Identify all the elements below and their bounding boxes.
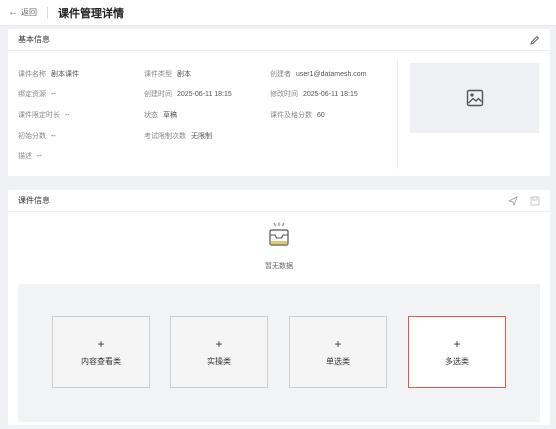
tile-label: 实操类: [207, 356, 231, 366]
field-value: 2025-06-11 18:15: [303, 91, 358, 98]
cover-image-placeholder[interactable]: [410, 63, 539, 133]
empty-box-icon: [269, 222, 289, 246]
field-modified-time: 修改时间 2025-06-11 18:15: [270, 89, 358, 99]
courseware-info-header: 课件信息: [8, 190, 550, 212]
field-creator: 创建者 user1@datamesh.com: [270, 69, 367, 79]
field-label: 绑定资源: [18, 91, 46, 98]
field-value: 60: [317, 112, 325, 119]
field-label: 课件及格分数: [270, 112, 312, 119]
plus-icon: +: [97, 336, 105, 351]
tile-label: 多选类: [445, 356, 469, 366]
field-value: user1@datamesh.com: [296, 71, 367, 78]
plus-icon: +: [334, 336, 342, 351]
top-bar: ← 返回 课件管理详情: [0, 0, 556, 26]
field-label: 创建者: [270, 71, 291, 78]
plus-icon: +: [453, 336, 461, 351]
field-bound-resource: 绑定资源 --: [18, 89, 56, 99]
basic-info-title: 基本信息: [18, 35, 50, 44]
field-value: --: [37, 153, 42, 160]
tile-label: 单选类: [326, 356, 350, 366]
empty-text: 暂无数据: [265, 263, 293, 270]
basic-info-header: 基本信息: [8, 29, 550, 51]
field-time-limit: 课件限定时长 --: [18, 110, 70, 120]
empty-state: 暂无数据: [8, 222, 550, 271]
edit-icon[interactable]: [530, 35, 540, 45]
field-label: 课件限定时长: [18, 112, 60, 119]
field-value: 无限制: [191, 133, 212, 140]
image-icon: [466, 89, 483, 107]
field-initial-score: 初始分数 --: [18, 131, 56, 141]
vertical-divider: [397, 59, 398, 169]
divider: [47, 6, 48, 19]
field-label: 课件类型: [144, 71, 172, 78]
field-description: 描述 --: [18, 151, 42, 161]
courseware-info-title: 课件信息: [18, 196, 50, 205]
field-courseware-name: 课件名称 剧本课件: [18, 69, 79, 79]
field-value: 草稿: [163, 112, 177, 119]
send-icon[interactable]: [508, 195, 518, 206]
field-status: 状态 草稿: [144, 110, 177, 120]
back-label: 返回: [21, 8, 37, 17]
add-single-choice-tile[interactable]: + 单选类: [289, 316, 387, 388]
field-pass-score: 课件及格分数 60: [270, 110, 325, 120]
field-label: 创建时间: [144, 91, 172, 98]
back-button[interactable]: ← 返回: [8, 7, 37, 18]
field-label: 描述: [18, 153, 32, 160]
add-content-view-tile[interactable]: + 内容查看类: [52, 316, 150, 388]
plus-icon: +: [215, 336, 223, 351]
field-created-time: 创建时间 2025-06-11 18:15: [144, 89, 232, 99]
courseware-info-card: 课件信息 暂无数据 + 内容查看类 + 实操类 + 单选类 + 多选类: [8, 190, 550, 425]
field-courseware-type: 课件类型 剧本: [144, 69, 191, 79]
add-multiple-choice-tile[interactable]: + 多选类: [408, 316, 506, 388]
add-practical-tile[interactable]: + 实操类: [170, 316, 268, 388]
field-label: 考试限制次数: [144, 133, 186, 140]
field-value: 剧本课件: [51, 71, 79, 78]
field-exam-limit: 考试限制次数 无限制: [144, 131, 212, 141]
page-title: 课件管理详情: [58, 7, 124, 20]
field-value: 2025-06-11 18:15: [177, 91, 232, 98]
field-value: --: [51, 91, 56, 98]
field-value: --: [65, 112, 70, 119]
field-label: 初始分数: [18, 133, 46, 140]
back-arrow-icon: ←: [8, 7, 18, 18]
field-label: 课件名称: [18, 71, 46, 78]
basic-info-card: 基本信息 课件名称 剧本课件 绑定资源 -- 课件限定时长 -- 初始分数 -- 描述 -…: [8, 29, 550, 176]
field-label: 状态: [144, 112, 158, 119]
field-label: 修改时间: [270, 91, 298, 98]
courseware-type-panel: + 内容查看类 + 实操类 + 单选类 + 多选类: [18, 284, 540, 422]
save-icon[interactable]: [530, 196, 540, 206]
field-value: 剧本: [177, 71, 191, 78]
tile-label: 内容查看类: [81, 356, 121, 366]
field-value: --: [51, 133, 56, 140]
